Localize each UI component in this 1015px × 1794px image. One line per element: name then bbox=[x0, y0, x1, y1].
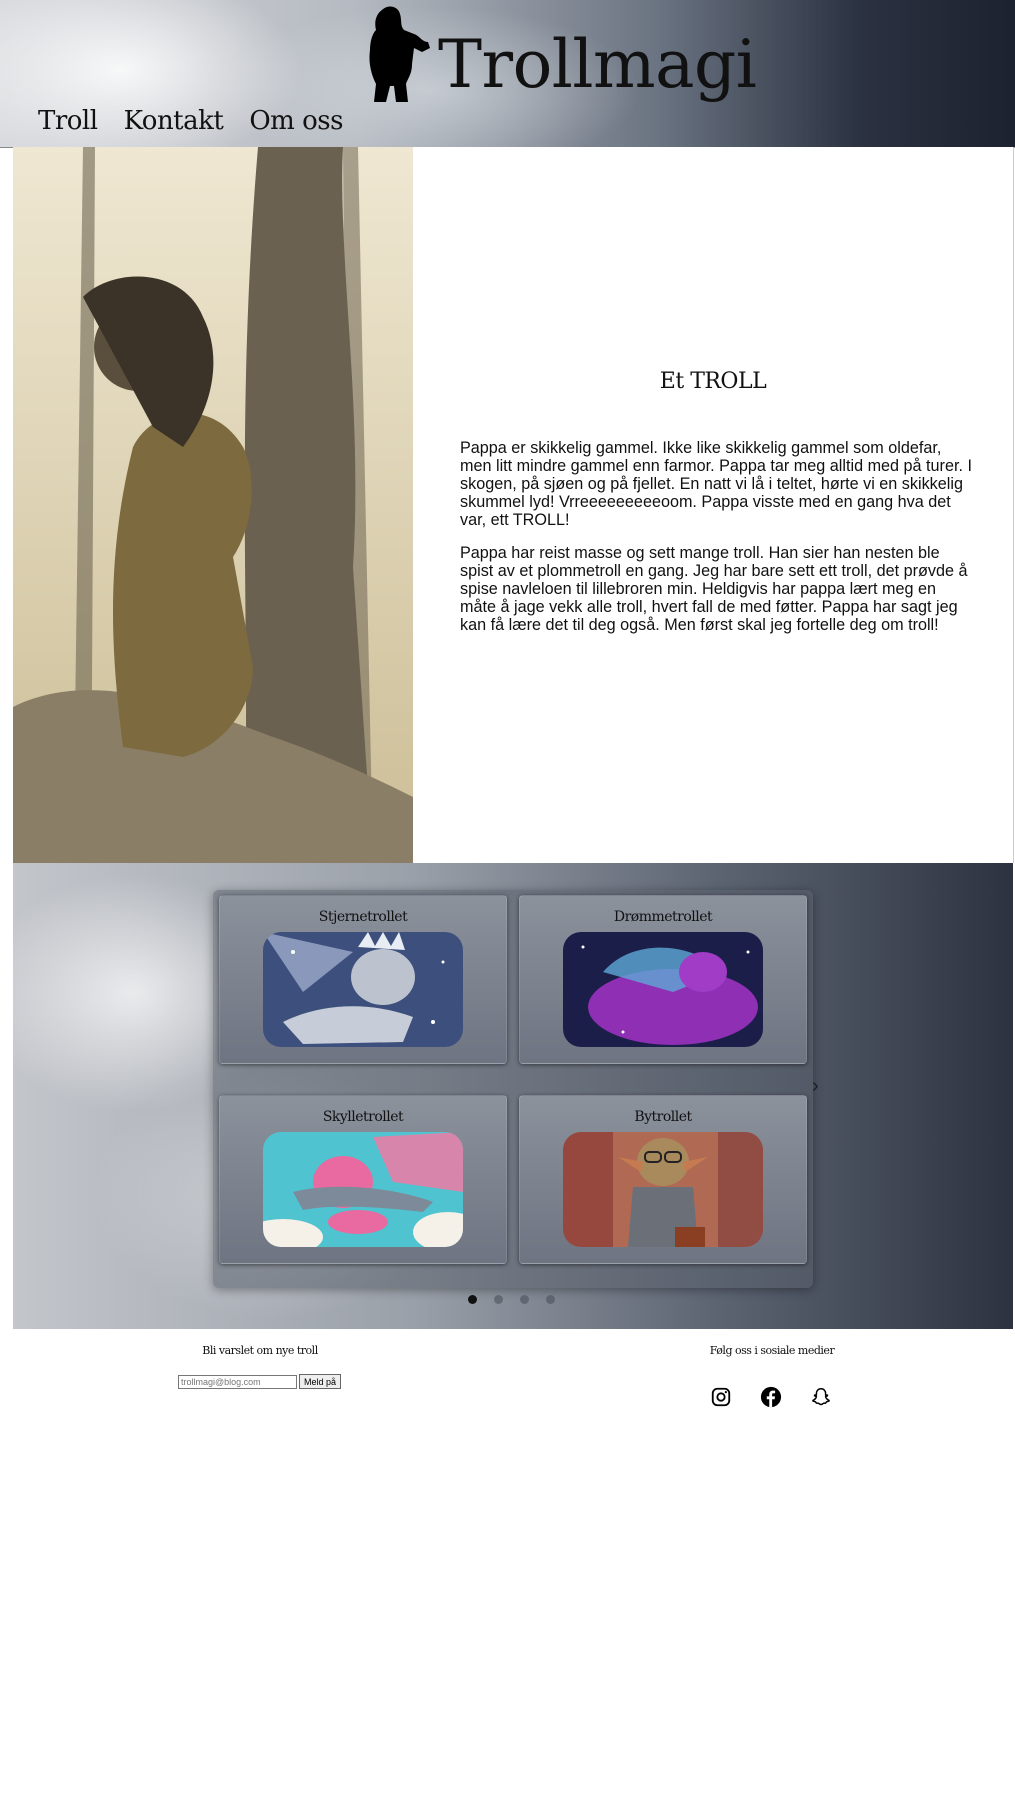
intro-paragraph-1: Pappa er skikkelig gammel. Ikke like ski… bbox=[460, 439, 972, 529]
card-title: Stjernetrollet bbox=[318, 909, 408, 925]
card-stjernetrollet[interactable]: Stjernetrollet bbox=[219, 895, 507, 1064]
intro-heading: Et TROLL bbox=[659, 369, 767, 394]
skylletrollet-image bbox=[263, 1132, 463, 1247]
card-title: Skylletrollet bbox=[322, 1109, 404, 1125]
nav-item-om-oss[interactable]: Om oss bbox=[249, 108, 343, 134]
carousel-dot-4[interactable] bbox=[546, 1295, 555, 1304]
card-skylletrollet[interactable]: Skylletrollet bbox=[219, 1095, 507, 1264]
card-drommetrollet[interactable]: Drømmetrollet bbox=[519, 895, 807, 1064]
main-nav: Troll Kontakt Om oss bbox=[38, 108, 343, 134]
card-title: Bytrollet bbox=[634, 1109, 692, 1125]
facebook-icon[interactable] bbox=[760, 1386, 782, 1408]
carousel-dot-2[interactable] bbox=[494, 1295, 503, 1304]
site-title[interactable]: Trollmagi bbox=[438, 32, 757, 98]
site-header: Trollmagi Troll Kontakt Om oss bbox=[0, 0, 1015, 148]
carousel-dots bbox=[468, 1295, 555, 1304]
card-title: Drømmetrollet bbox=[613, 909, 713, 925]
social-heading: Følg oss i sosiale medier bbox=[709, 1344, 835, 1357]
snapchat-icon[interactable] bbox=[810, 1386, 832, 1408]
drommetrollet-image bbox=[563, 932, 763, 1047]
intro-paragraph-2: Pappa har reist masse og sett mange trol… bbox=[460, 544, 968, 634]
card-bytrollet[interactable]: Bytrollet bbox=[519, 1095, 807, 1264]
intro-section: Et TROLL Pappa er skikkelig gammel. Ikke… bbox=[413, 147, 1014, 863]
troll-gallery-section: Stjernetrollet Drømmetrollet Skylletroll… bbox=[13, 863, 1013, 1329]
instagram-icon[interactable] bbox=[710, 1386, 732, 1408]
troll-silhouette-logo-icon bbox=[369, 6, 430, 102]
carousel-dot-3[interactable] bbox=[520, 1295, 529, 1304]
nav-item-troll[interactable]: Troll bbox=[38, 108, 98, 134]
email-field[interactable] bbox=[178, 1375, 297, 1389]
bytrollet-image bbox=[563, 1132, 763, 1247]
nav-item-kontakt[interactable]: Kontakt bbox=[124, 108, 224, 134]
carousel-dot-1[interactable] bbox=[468, 1295, 477, 1304]
gallery-carousel: Stjernetrollet Drømmetrollet Skylletroll… bbox=[213, 890, 813, 1288]
subscribe-button[interactable]: Meld på bbox=[299, 1374, 342, 1389]
stjernetrollet-image bbox=[263, 932, 463, 1047]
troll-illustration-image bbox=[13, 147, 413, 863]
chevron-right-icon[interactable]: › bbox=[812, 1075, 819, 1098]
newsletter-heading: Bli varslet om nye troll bbox=[202, 1344, 318, 1357]
